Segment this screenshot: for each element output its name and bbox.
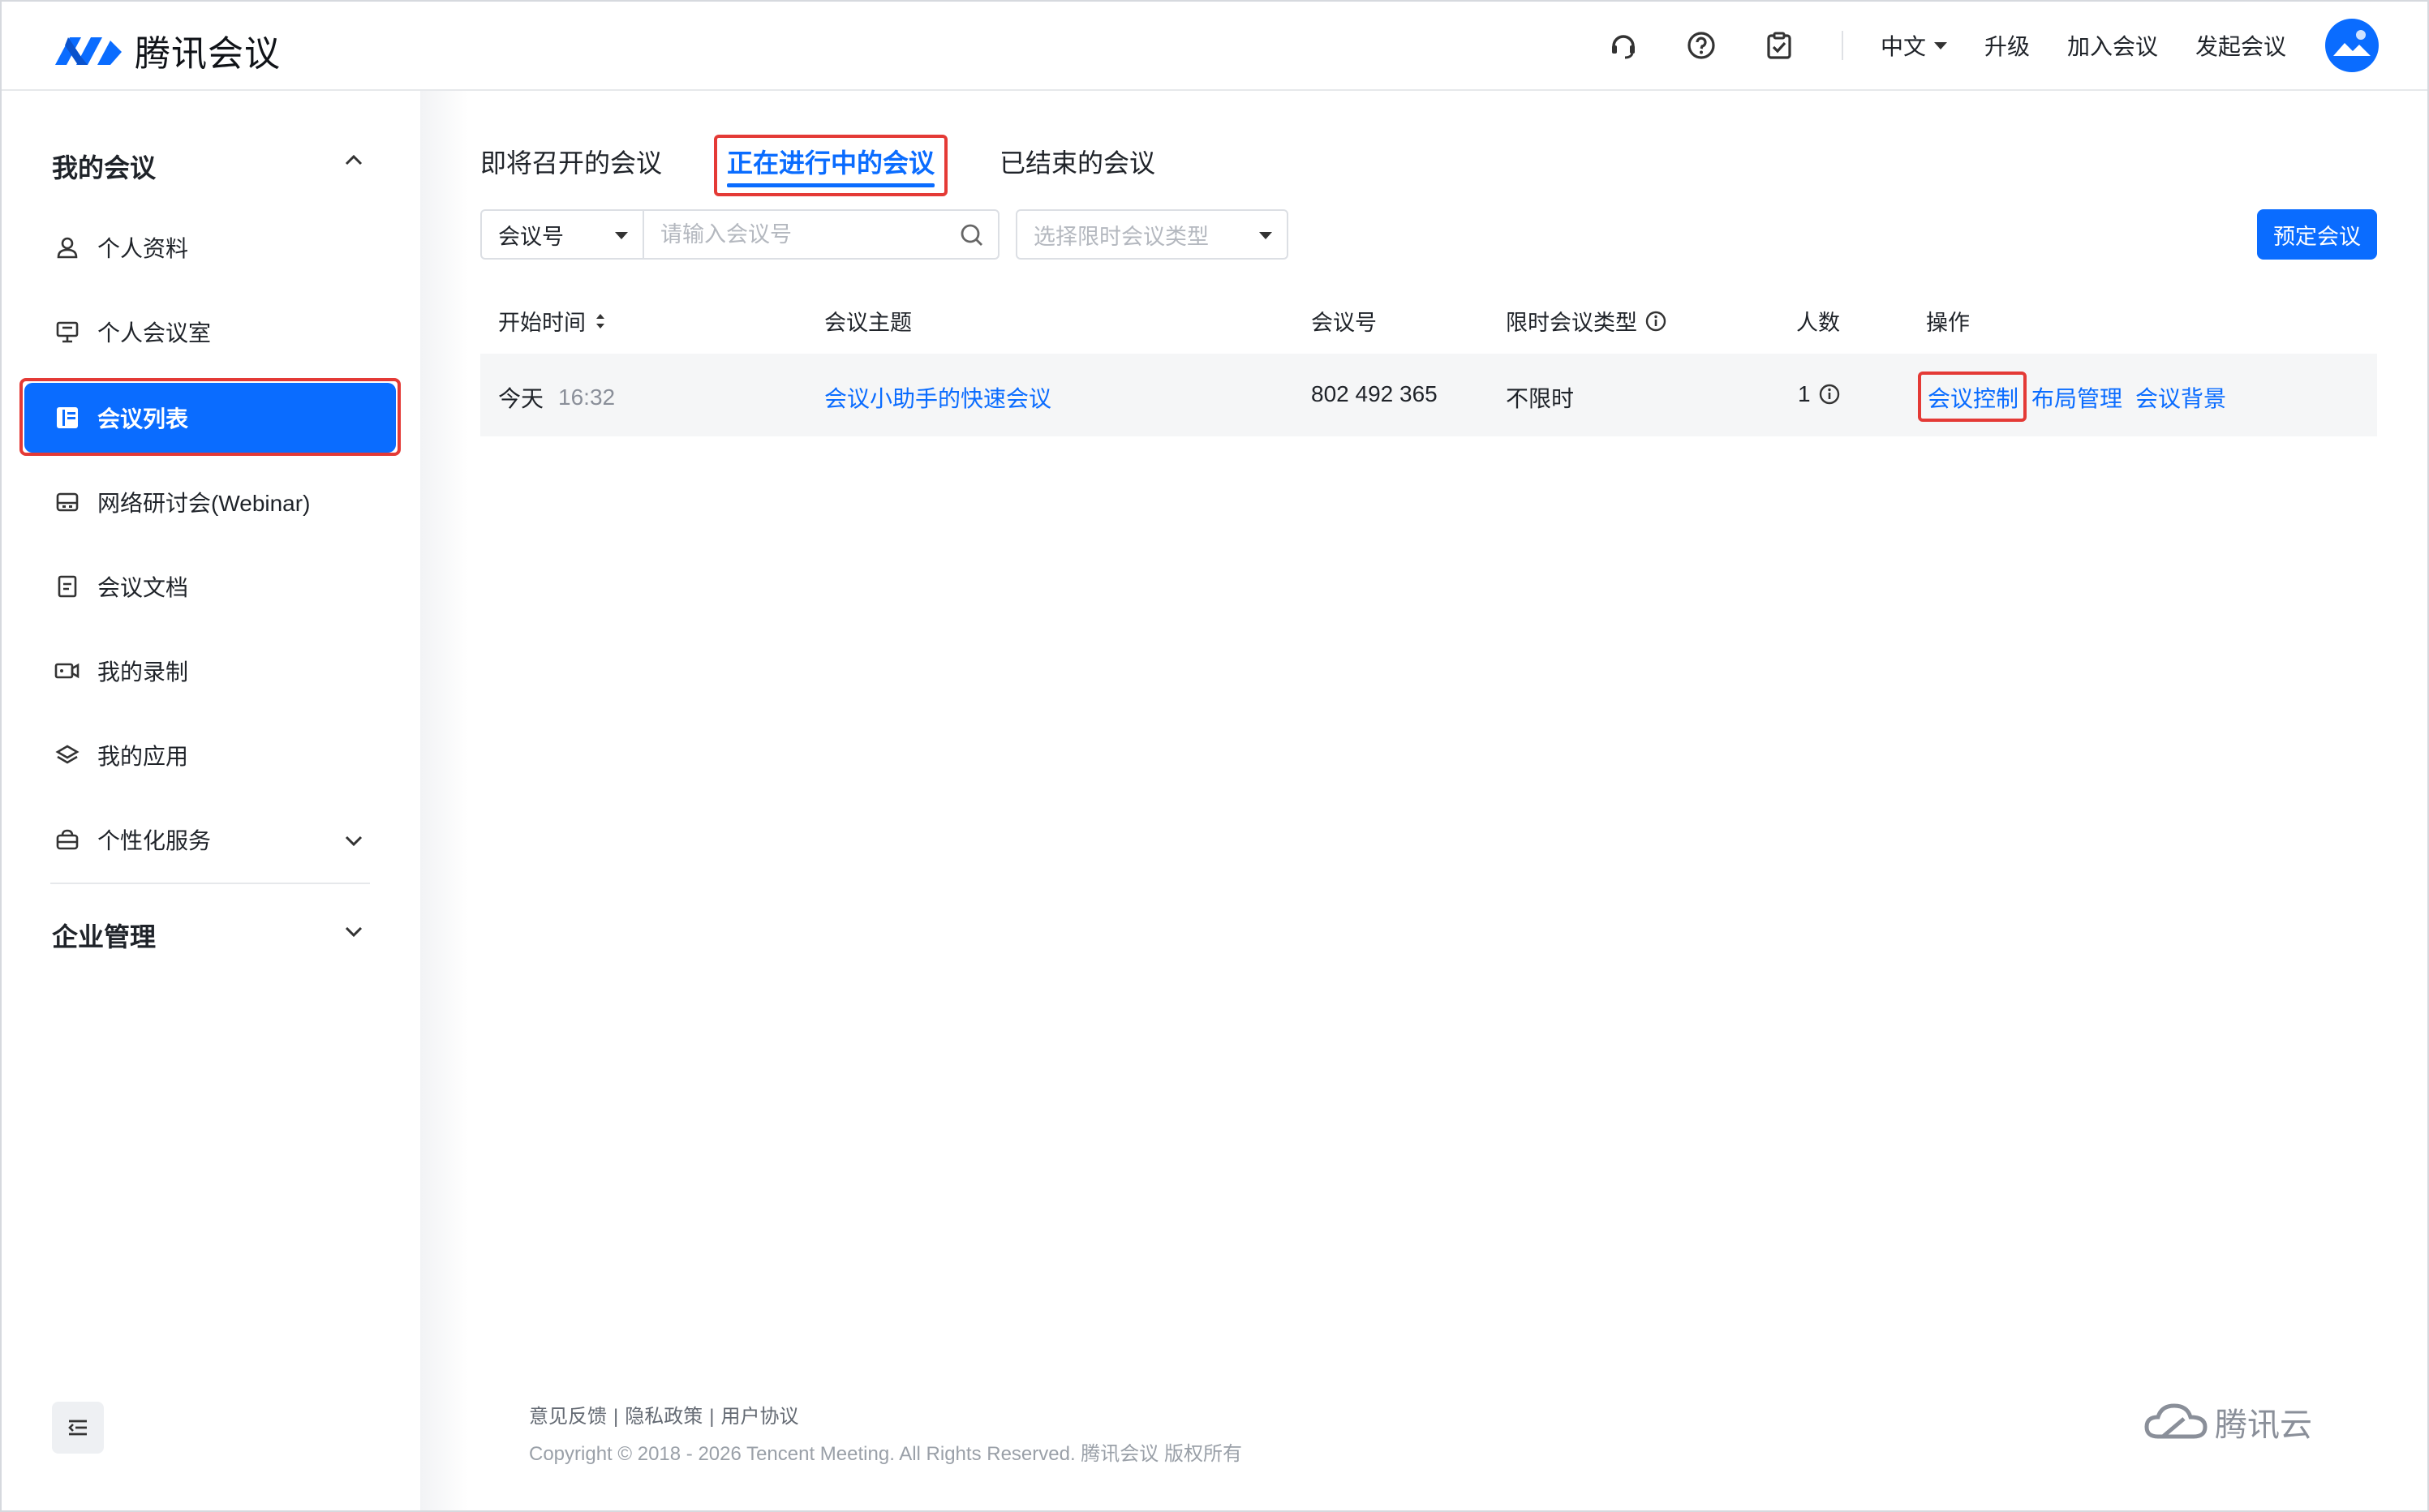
tencent-meeting-logo-icon xyxy=(55,37,122,65)
meeting-background-link[interactable]: 会议背景 xyxy=(2135,381,2226,414)
video-icon xyxy=(54,657,81,685)
start-meeting-link[interactable]: 发起会议 xyxy=(2195,29,2286,62)
brand-name: 腾讯会议 xyxy=(135,34,281,74)
sidebar-item-label: 网络研讨会(Webinar) xyxy=(97,491,311,516)
upgrade-link[interactable]: 升级 xyxy=(1984,29,2030,62)
info-icon[interactable] xyxy=(1644,309,1668,333)
footer-separator: | xyxy=(613,1406,619,1428)
sidebar-item-label: 个性化服务 xyxy=(97,828,212,853)
top-header: 腾讯会议 中文 升级 加入会议 发起会议 xyxy=(2,2,2427,91)
caret-down-icon xyxy=(1259,232,1272,239)
sidebar-divider xyxy=(50,883,370,884)
highlight-outline-sidebar xyxy=(19,378,401,456)
sidebar-item-personal-service[interactable]: 个性化服务 xyxy=(24,805,396,874)
highlight-outline-tab xyxy=(714,135,948,196)
tencent-cloud-logo: 腾讯云 xyxy=(2143,1398,2312,1445)
sidebar-item-label: 我的录制 xyxy=(97,659,189,685)
search-input[interactable] xyxy=(659,221,938,248)
column-header-topic: 会议主题 xyxy=(824,311,912,335)
column-header-label: 开始时间 xyxy=(498,311,586,335)
layers-icon xyxy=(54,741,81,769)
sidebar-item-label: 会议文档 xyxy=(97,575,189,600)
column-header-actions: 操作 xyxy=(1926,311,1970,335)
caret-down-icon xyxy=(615,232,628,239)
language-label: 中文 xyxy=(1880,34,1926,59)
user-icon xyxy=(54,234,81,261)
cell-start-time: 今天 16:32 xyxy=(498,381,615,414)
search-icon[interactable] xyxy=(959,222,985,248)
limit-type-select[interactable]: 选择限时会议类型 xyxy=(1016,209,1288,260)
service-icon xyxy=(54,826,81,853)
sidebar-item-profile[interactable]: 个人资料 xyxy=(24,213,396,282)
feedback-link[interactable]: 意见反馈 xyxy=(529,1406,607,1428)
column-header-label: 限时会议类型 xyxy=(1506,311,1637,335)
document-icon xyxy=(54,573,81,600)
presentation-icon xyxy=(54,318,81,346)
search-type-select[interactable]: 会议号 xyxy=(480,209,643,260)
sidebar-item-label: 我的应用 xyxy=(97,744,189,769)
clipboard-check-icon[interactable] xyxy=(1760,27,1798,64)
participant-count: 1 xyxy=(1798,381,1811,406)
header-divider xyxy=(1841,31,1843,60)
cloud-brand-text: 腾讯云 xyxy=(2215,1407,2312,1443)
sidebar-item-label: 个人会议室 xyxy=(97,320,212,346)
search-type-value: 会议号 xyxy=(498,224,564,249)
chevron-down-icon[interactable] xyxy=(342,829,365,852)
info-icon[interactable] xyxy=(1817,382,1842,406)
column-header-meeting-id: 会议号 xyxy=(1311,311,1377,335)
join-meeting-link[interactable]: 加入会议 xyxy=(2067,29,2158,62)
header-actions: 中文 升级 加入会议 发起会议 xyxy=(1564,2,2379,89)
cell-count: 1 xyxy=(1798,381,1842,407)
sidebar-item-apps[interactable]: 我的应用 xyxy=(24,720,396,790)
user-agreement-link[interactable]: 用户协议 xyxy=(720,1406,798,1428)
sidebar-item-webinar[interactable]: 网络研讨会(Webinar) xyxy=(24,467,396,537)
help-icon[interactable] xyxy=(1683,27,1720,64)
sidebar: 我的会议 个人资料 个人会议室 会议列表 网络研讨会(Webinar) 会议文档… xyxy=(2,91,420,1510)
tab-ended[interactable]: 已结束的会议 xyxy=(1000,143,1155,180)
sidebar-item-documents[interactable]: 会议文档 xyxy=(24,552,396,621)
column-header-start-time[interactable]: 开始时间 xyxy=(498,305,608,337)
tab-upcoming[interactable]: 即将召开的会议 xyxy=(480,143,662,180)
sidebar-item-label: 个人资料 xyxy=(97,236,189,261)
headset-icon[interactable] xyxy=(1605,27,1642,64)
cell-meeting-id: 802 492 365 xyxy=(1311,381,1438,406)
cell-date: 今天 xyxy=(498,386,544,411)
sidebar-item-personal-room[interactable]: 个人会议室 xyxy=(24,297,396,367)
sidebar-item-recordings[interactable]: 我的录制 xyxy=(24,636,396,706)
chevron-down-icon[interactable] xyxy=(342,920,365,943)
limit-type-placeholder: 选择限时会议类型 xyxy=(1034,224,1209,249)
language-selector[interactable]: 中文 xyxy=(1881,29,1947,62)
logo[interactable]: 腾讯会议 xyxy=(52,24,281,76)
column-header-count: 人数 xyxy=(1796,311,1840,335)
webinar-icon xyxy=(54,488,81,516)
footer-separator: | xyxy=(709,1406,715,1428)
avatar[interactable] xyxy=(2325,19,2379,72)
sidebar-group-enterprise[interactable]: 企业管理 xyxy=(52,917,156,954)
caret-down-icon xyxy=(1933,41,1947,49)
collapse-menu-icon xyxy=(68,1420,87,1436)
highlight-outline-action xyxy=(1918,372,2027,422)
layout-management-link[interactable]: 布局管理 xyxy=(2031,381,2122,414)
sidebar-shadow xyxy=(420,91,469,1510)
cell-limit-type: 不限时 xyxy=(1506,386,1575,411)
cloud-icon xyxy=(2144,1403,2208,1439)
copyright-text: Copyright © 2018 - 2026 Tencent Meeting.… xyxy=(529,1443,1242,1465)
avatar-image-icon xyxy=(2333,30,2371,56)
privacy-link[interactable]: 隐私政策 xyxy=(625,1406,703,1428)
footer-links: 意见反馈 | 隐私政策 | 用户协议 xyxy=(529,1400,798,1428)
sort-icon[interactable] xyxy=(592,309,608,333)
search-box xyxy=(643,209,1000,260)
meeting-topic-link[interactable]: 会议小助手的快速会议 xyxy=(824,381,1051,414)
chevron-up-icon[interactable] xyxy=(342,149,365,172)
collapse-sidebar-button[interactable] xyxy=(52,1402,104,1454)
sidebar-group-my-meetings[interactable]: 我的会议 xyxy=(52,148,156,185)
column-header-limit-type: 限时会议类型 xyxy=(1506,305,1668,337)
cell-time: 16:32 xyxy=(558,384,616,410)
book-meeting-button[interactable]: 预定会议 xyxy=(2257,209,2377,260)
